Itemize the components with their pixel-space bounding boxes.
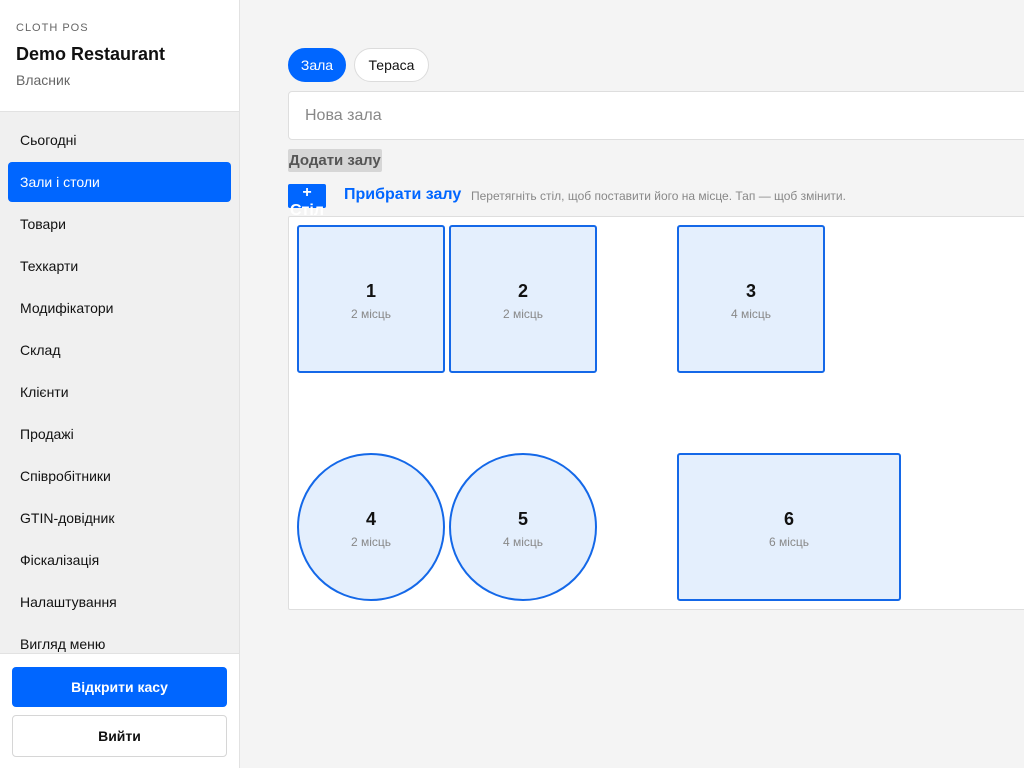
sidebar-item-tech-cards[interactable]: Техкарти — [8, 246, 231, 286]
app-name: CLOTH POS — [16, 22, 89, 34]
sidebar-item-warehouse[interactable]: Склад — [8, 330, 231, 370]
restaurant-name: Demo Restaurant — [16, 44, 166, 64]
sidebar-item-products[interactable]: Товари — [8, 204, 231, 244]
user-role: Власник — [16, 72, 70, 88]
add-hall-button[interactable]: Додати залу — [288, 149, 382, 172]
open-register-button[interactable]: Відкрити касу — [12, 667, 227, 707]
table-seats: 2 місць — [350, 307, 392, 321]
logout-button[interactable]: Вийти — [12, 715, 227, 757]
sidebar-item-today[interactable]: Сьогодні — [8, 120, 231, 160]
table-seats: 4 місць — [730, 307, 772, 321]
table-2[interactable]: 2 2 місць — [449, 225, 597, 373]
table-seats: 4 місць — [502, 535, 544, 549]
table-number: 4 — [365, 509, 376, 529]
sidebar-item-modifiers[interactable]: Модифікатори — [8, 288, 231, 328]
table-number: 3 — [745, 281, 756, 301]
table-number: 5 — [517, 509, 528, 529]
sidebar-item-gtin[interactable]: GTIN-довідник — [8, 498, 231, 538]
sidebar-item-settings[interactable]: Налаштування — [8, 582, 231, 622]
table-4[interactable]: 4 2 місць — [297, 453, 445, 601]
table-seats: 2 місць — [350, 535, 392, 549]
sidebar-item-menu-view[interactable]: Вигляд меню — [8, 624, 231, 653]
table-3[interactable]: 3 4 місць — [677, 225, 825, 373]
table-6[interactable]: 6 6 місць — [677, 453, 901, 601]
table-number: 2 — [517, 281, 528, 301]
remove-hall-link[interactable]: Прибрати залу — [344, 186, 461, 204]
table-number: 6 — [783, 509, 794, 529]
table-1[interactable]: 1 2 місць — [297, 225, 445, 373]
brand-header: CLOTH POS Demo Restaurant Власник — [0, 0, 239, 112]
sidebar-item-employees[interactable]: Співробітники — [8, 456, 231, 496]
sidebar: CLOTH POS Demo Restaurant Власник Сьогод… — [0, 0, 240, 768]
sidebar-nav: Сьогодні Зали і столи Товари Техкарти Мо… — [0, 112, 239, 653]
new-hall-input[interactable] — [288, 91, 1024, 140]
sidebar-item-clients[interactable]: Клієнти — [8, 372, 231, 412]
sidebar-item-halls-tables[interactable]: Зали і столи — [8, 162, 231, 202]
sidebar-footer: Відкрити касу Вийти — [0, 653, 239, 768]
table-number: 1 — [365, 281, 376, 301]
tab-hall-terrace[interactable]: Тераса — [354, 48, 429, 82]
table-seats: 2 місць — [502, 307, 544, 321]
sidebar-item-sales[interactable]: Продажі — [8, 414, 231, 454]
table-seats: 6 місць — [768, 535, 810, 549]
floor-plan: 1 2 місць 2 2 місць 3 4 місць 4 2 місць … — [288, 216, 1024, 610]
sidebar-item-fiscalization[interactable]: Фіскалізація — [8, 540, 231, 580]
floor-hint: Перетягніть стіл, щоб поставити його на … — [471, 189, 846, 203]
add-table-button[interactable]: + Стіл — [288, 184, 326, 219]
table-5[interactable]: 5 4 місць — [449, 453, 597, 601]
tab-hall-main[interactable]: Зала — [288, 48, 346, 82]
